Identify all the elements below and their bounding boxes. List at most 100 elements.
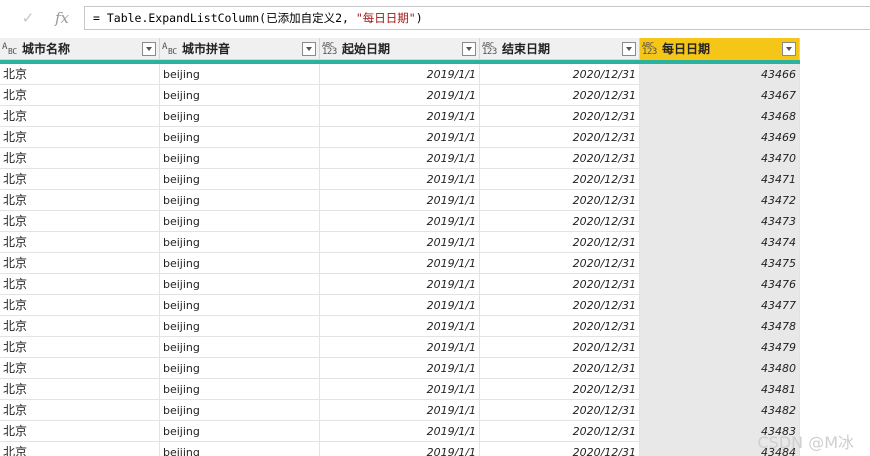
table-cell[interactable]: 2020/12/31 bbox=[480, 148, 640, 169]
table-cell[interactable]: 2019/1/1 bbox=[320, 127, 480, 148]
table-cell[interactable]: 2019/1/1 bbox=[320, 337, 480, 358]
table-cell[interactable]: 北京 bbox=[0, 127, 160, 148]
table-cell[interactable]: 2019/1/1 bbox=[320, 253, 480, 274]
table-cell[interactable]: 2019/1/1 bbox=[320, 358, 480, 379]
table-row[interactable]: 北京 beijing 2019/1/1 2020/12/31 43473 bbox=[0, 211, 800, 232]
table-cell[interactable]: 2019/1/1 bbox=[320, 274, 480, 295]
table-row[interactable]: 北京 beijing 2019/1/1 2020/12/31 43481 bbox=[0, 379, 800, 400]
table-cell[interactable]: 2019/1/1 bbox=[320, 379, 480, 400]
table-row[interactable]: 北京 beijing 2019/1/1 2020/12/31 43479 bbox=[0, 337, 800, 358]
formula-input[interactable]: = Table.ExpandListColumn(已添加自定义2, "每日日期"… bbox=[84, 6, 870, 30]
table-cell[interactable]: beijing bbox=[160, 337, 320, 358]
table-cell[interactable]: 2020/12/31 bbox=[480, 190, 640, 211]
table-cell[interactable]: 2019/1/1 bbox=[320, 211, 480, 232]
column-header-5[interactable]: ABC 123 每日日期 bbox=[640, 38, 800, 60]
column-header-3[interactable]: ABC 123 起始日期 bbox=[320, 38, 480, 60]
table-cell[interactable]: beijing bbox=[160, 253, 320, 274]
table-row[interactable]: 北京 beijing 2019/1/1 2020/12/31 43467 bbox=[0, 85, 800, 106]
table-cell[interactable]: 43482 bbox=[640, 400, 800, 421]
table-cell[interactable]: 2020/12/31 bbox=[480, 358, 640, 379]
table-row[interactable]: 北京 beijing 2019/1/1 2020/12/31 43475 bbox=[0, 253, 800, 274]
table-cell[interactable]: 北京 bbox=[0, 337, 160, 358]
table-cell[interactable]: 北京 bbox=[0, 442, 160, 456]
table-cell[interactable]: beijing bbox=[160, 316, 320, 337]
table-cell[interactable]: beijing bbox=[160, 442, 320, 456]
table-cell[interactable]: 2020/12/31 bbox=[480, 106, 640, 127]
table-row[interactable]: 北京 beijing 2019/1/1 2020/12/31 43478 bbox=[0, 316, 800, 337]
table-cell[interactable]: beijing bbox=[160, 400, 320, 421]
table-cell[interactable]: 43473 bbox=[640, 211, 800, 232]
filter-dropdown-icon[interactable] bbox=[462, 42, 476, 56]
check-icon[interactable]: ✓ bbox=[17, 8, 39, 28]
table-row[interactable]: 北京 beijing 2019/1/1 2020/12/31 43484 bbox=[0, 442, 800, 456]
any-type-icon[interactable]: ABC 123 bbox=[322, 41, 340, 57]
table-cell[interactable]: 2019/1/1 bbox=[320, 190, 480, 211]
fx-icon[interactable]: fx bbox=[50, 7, 74, 29]
table-cell[interactable]: 2019/1/1 bbox=[320, 148, 480, 169]
table-cell[interactable]: 2019/1/1 bbox=[320, 64, 480, 85]
table-row[interactable]: 北京 beijing 2019/1/1 2020/12/31 43471 bbox=[0, 169, 800, 190]
table-cell[interactable]: 43468 bbox=[640, 106, 800, 127]
table-cell[interactable]: 43475 bbox=[640, 253, 800, 274]
filter-dropdown-icon[interactable] bbox=[302, 42, 316, 56]
table-cell[interactable]: 43477 bbox=[640, 295, 800, 316]
table-cell[interactable]: 2020/12/31 bbox=[480, 253, 640, 274]
table-cell[interactable]: 2020/12/31 bbox=[480, 316, 640, 337]
table-cell[interactable]: 2020/12/31 bbox=[480, 211, 640, 232]
column-header-1[interactable]: A BC 城市名称 bbox=[0, 38, 160, 60]
table-cell[interactable]: 2019/1/1 bbox=[320, 295, 480, 316]
text-type-icon[interactable]: A BC bbox=[2, 41, 20, 57]
table-cell[interactable]: 2019/1/1 bbox=[320, 316, 480, 337]
table-cell[interactable]: beijing bbox=[160, 148, 320, 169]
table-cell[interactable]: 43471 bbox=[640, 169, 800, 190]
table-cell[interactable]: 2020/12/31 bbox=[480, 169, 640, 190]
table-cell[interactable]: 北京 bbox=[0, 190, 160, 211]
table-cell[interactable]: 2019/1/1 bbox=[320, 421, 480, 442]
table-cell[interactable]: 43466 bbox=[640, 64, 800, 85]
table-cell[interactable]: 北京 bbox=[0, 379, 160, 400]
text-type-icon[interactable]: A BC bbox=[162, 41, 180, 57]
table-row[interactable]: 北京 beijing 2019/1/1 2020/12/31 43482 bbox=[0, 400, 800, 421]
table-cell[interactable]: beijing bbox=[160, 127, 320, 148]
table-cell[interactable]: 北京 bbox=[0, 169, 160, 190]
table-row[interactable]: 北京 beijing 2019/1/1 2020/12/31 43477 bbox=[0, 295, 800, 316]
table-cell[interactable]: 北京 bbox=[0, 421, 160, 442]
table-cell[interactable]: 43469 bbox=[640, 127, 800, 148]
table-cell[interactable]: beijing bbox=[160, 379, 320, 400]
table-cell[interactable]: 2019/1/1 bbox=[320, 106, 480, 127]
table-row[interactable]: 北京 beijing 2019/1/1 2020/12/31 43466 bbox=[0, 64, 800, 85]
table-cell[interactable]: 43481 bbox=[640, 379, 800, 400]
table-cell[interactable]: 43478 bbox=[640, 316, 800, 337]
table-cell[interactable]: 北京 bbox=[0, 106, 160, 127]
table-cell[interactable]: beijing bbox=[160, 211, 320, 232]
table-cell[interactable]: 北京 bbox=[0, 64, 160, 85]
table-cell[interactable]: 2019/1/1 bbox=[320, 442, 480, 456]
table-cell[interactable]: beijing bbox=[160, 64, 320, 85]
filter-dropdown-icon[interactable] bbox=[622, 42, 636, 56]
table-cell[interactable]: 2020/12/31 bbox=[480, 421, 640, 442]
table-cell[interactable]: 2020/12/31 bbox=[480, 379, 640, 400]
table-row[interactable]: 北京 beijing 2019/1/1 2020/12/31 43483 bbox=[0, 421, 800, 442]
table-row[interactable]: 北京 beijing 2019/1/1 2020/12/31 43476 bbox=[0, 274, 800, 295]
table-cell[interactable]: 2020/12/31 bbox=[480, 400, 640, 421]
filter-dropdown-icon[interactable] bbox=[782, 42, 796, 56]
table-cell[interactable]: 2019/1/1 bbox=[320, 85, 480, 106]
table-cell[interactable]: 2020/12/31 bbox=[480, 127, 640, 148]
table-cell[interactable]: 43474 bbox=[640, 232, 800, 253]
table-cell[interactable]: 北京 bbox=[0, 253, 160, 274]
table-row[interactable]: 北京 beijing 2019/1/1 2020/12/31 43470 bbox=[0, 148, 800, 169]
table-cell[interactable]: 43467 bbox=[640, 85, 800, 106]
table-cell[interactable]: beijing bbox=[160, 169, 320, 190]
table-cell[interactable]: 北京 bbox=[0, 148, 160, 169]
table-cell[interactable]: beijing bbox=[160, 190, 320, 211]
table-row[interactable]: 北京 beijing 2019/1/1 2020/12/31 43468 bbox=[0, 106, 800, 127]
any-type-icon[interactable]: ABC 123 bbox=[642, 41, 660, 57]
filter-dropdown-icon[interactable] bbox=[142, 42, 156, 56]
table-cell[interactable]: 北京 bbox=[0, 316, 160, 337]
table-cell[interactable]: beijing bbox=[160, 106, 320, 127]
table-cell[interactable]: 2020/12/31 bbox=[480, 64, 640, 85]
table-cell[interactable]: 北京 bbox=[0, 400, 160, 421]
table-cell[interactable]: beijing bbox=[160, 295, 320, 316]
table-cell[interactable]: 43472 bbox=[640, 190, 800, 211]
table-cell[interactable]: 2020/12/31 bbox=[480, 295, 640, 316]
